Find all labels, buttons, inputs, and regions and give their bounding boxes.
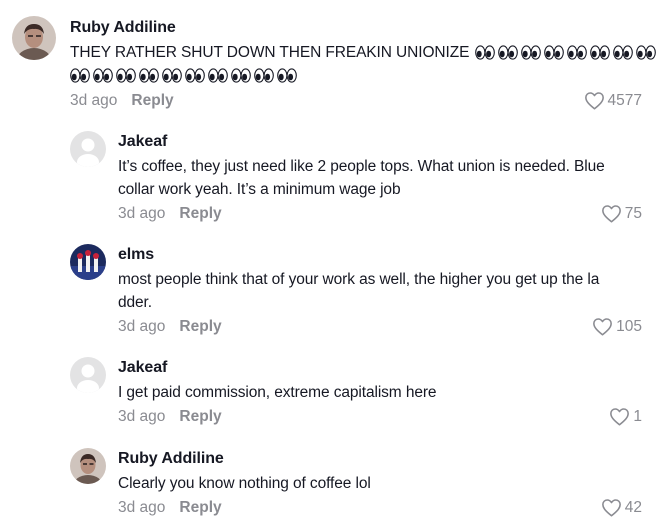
like-button[interactable]: 4577	[584, 91, 642, 110]
eyes-emoji-icon	[162, 68, 182, 83]
eyes-emoji-icon	[116, 68, 136, 83]
eyes-emoji-icon	[185, 68, 205, 83]
heart-icon	[610, 408, 630, 426]
reply-button[interactable]: Reply	[179, 408, 221, 425]
user-avatar[interactable]	[70, 244, 106, 280]
heart-icon	[584, 92, 604, 110]
user-avatar[interactable]	[12, 16, 56, 60]
eyes-emoji-icon	[543, 45, 564, 60]
like-button[interactable]: 105	[592, 317, 642, 336]
like-count: 1	[633, 407, 642, 425]
eyes-emoji-icon	[70, 68, 90, 83]
comment-text-line: most people think that of your work as w…	[118, 271, 600, 288]
comment-item: Ruby Addiline THEY RATHER SHUT DOWN THEN…	[0, 0, 663, 120]
like-count: 105	[616, 317, 642, 335]
comment-username[interactable]: Jakeaf	[118, 359, 167, 377]
reply-item: Jakeaf I get paid commission, extreme ca…	[0, 346, 663, 437]
eyes-emoji-icon	[635, 45, 656, 60]
eyes-emoji-icon	[589, 45, 610, 60]
comment-text-line: collar work yeah. It’s a minimum wage jo…	[118, 181, 401, 198]
eyes-emoji-icon	[139, 68, 159, 83]
eyes-emoji-icon	[277, 68, 297, 83]
like-count: 75	[624, 204, 642, 222]
comment-time: 3d ago	[118, 408, 166, 425]
eyes-emoji-icon	[208, 68, 228, 83]
like-button[interactable]: 1	[609, 407, 642, 426]
avatar-photo-icon	[12, 16, 56, 60]
comment-time: 3d ago	[118, 205, 166, 222]
eyes-emoji-icon	[497, 45, 518, 60]
comment-text-line-2	[70, 64, 300, 90]
like-count: 42	[624, 498, 642, 516]
eyes-emoji-icon	[70, 67, 300, 90]
eyes-emoji-icon	[566, 45, 587, 60]
like-count: 4577	[607, 91, 642, 109]
eyes-emoji-icon	[474, 44, 659, 67]
eyes-emoji-icon	[520, 45, 541, 60]
comment-text-line: dder.	[118, 294, 152, 311]
comment-time: 3d ago	[118, 499, 166, 516]
like-button[interactable]: 75	[601, 204, 642, 223]
heart-icon	[601, 205, 621, 223]
like-button[interactable]: 42	[601, 498, 642, 517]
reply-button[interactable]: Reply	[179, 318, 221, 335]
comment-meta: 3d ago Reply	[118, 408, 222, 426]
default-avatar-icon	[70, 131, 106, 167]
comment-username[interactable]: Ruby Addiline	[118, 450, 224, 468]
user-avatar[interactable]	[70, 131, 106, 167]
avatar-photo-icon	[70, 448, 106, 484]
comment-text-line: It’s coffee, they just need like 2 peopl…	[118, 158, 605, 175]
comment-text-line: Clearly you know nothing of coffee lol	[118, 475, 371, 492]
heart-icon	[601, 499, 621, 517]
comment-meta: 3d ago Reply	[70, 92, 174, 110]
comment-time: 3d ago	[70, 92, 118, 109]
user-avatar[interactable]	[70, 357, 106, 393]
reply-button[interactable]: Reply	[179, 205, 221, 222]
eyes-emoji-icon	[254, 68, 274, 83]
reply-item: elms most people think that of your work…	[0, 233, 663, 346]
comment-text-line: THEY RATHER SHUT DOWN THEN FREAKIN UNION…	[70, 44, 470, 61]
user-avatar[interactable]	[70, 448, 106, 484]
comment-text-line: I get paid commission, extreme capitalis…	[118, 384, 437, 401]
comment-username[interactable]: Jakeaf	[118, 133, 167, 151]
default-avatar-icon	[70, 357, 106, 393]
comment-meta: 3d ago Reply	[118, 318, 222, 336]
comment-username[interactable]: Ruby Addiline	[70, 19, 176, 37]
comment-meta: 3d ago Reply	[118, 205, 222, 223]
reply-item: Jakeaf It’s coffee, they just need like …	[0, 120, 663, 233]
comment-time: 3d ago	[118, 318, 166, 335]
eyes-emoji-icon	[93, 68, 113, 83]
eyes-emoji-icon	[231, 68, 251, 83]
comment-username[interactable]: elms	[118, 246, 154, 264]
avatar-photo-icon	[70, 244, 106, 280]
eyes-emoji-icon	[474, 45, 495, 60]
reply-button[interactable]: Reply	[179, 499, 221, 516]
reply-button[interactable]: Reply	[131, 92, 173, 109]
eyes-emoji-icon	[612, 45, 633, 60]
reply-item: Ruby Addiline Clearly you know nothing o…	[0, 437, 663, 532]
comment-meta: 3d ago Reply	[118, 499, 222, 517]
heart-icon	[593, 318, 613, 336]
